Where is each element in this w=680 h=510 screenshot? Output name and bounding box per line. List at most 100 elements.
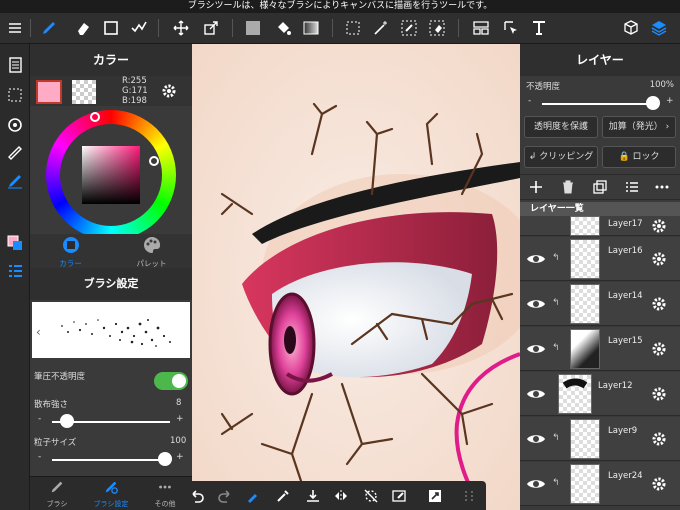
scatter-minus-button[interactable]: - — [38, 414, 41, 424]
magic-wand-icon[interactable] — [370, 17, 392, 39]
select-tool-icon[interactable] — [342, 17, 364, 39]
particle-plus-button[interactable]: + — [176, 452, 184, 462]
layer-list-icon[interactable] — [4, 260, 26, 282]
eyedropper-icon[interactable] — [273, 486, 293, 506]
redo-icon[interactable] — [215, 486, 235, 506]
grid-handle-icon[interactable] — [459, 486, 479, 506]
transform-tool-icon[interactable] — [200, 17, 222, 39]
tab-palette[interactable]: パレット — [111, 234, 192, 268]
clipping-button[interactable]: ↲ クリッピング — [524, 146, 598, 168]
layer-settings-gear-icon[interactable] — [650, 475, 668, 493]
color-wheel[interactable] — [46, 110, 176, 240]
selection-icon[interactable] — [4, 84, 26, 106]
text-tool-icon[interactable] — [528, 17, 550, 39]
layer-row[interactable]: ↰ Layer16 — [520, 237, 680, 281]
visibility-eye-icon[interactable] — [526, 384, 546, 404]
layer-list-view-icon[interactable] — [624, 179, 640, 195]
hue-cursor[interactable] — [90, 112, 100, 122]
scatter-plus-button[interactable]: + — [176, 414, 184, 424]
duplicate-layer-icon[interactable] — [592, 179, 608, 195]
clear-selection-icon[interactable] — [389, 486, 409, 506]
scatter-label: 散布強さ — [34, 400, 69, 410]
layer-opacity-slider-knob[interactable] — [646, 96, 660, 110]
color-swatch-row: R:255 G:171 B:198 — [30, 76, 192, 106]
color-settings-gear-icon[interactable] — [160, 82, 178, 100]
blend-mode-label: 加算（発光） — [608, 122, 663, 132]
eraser-tool-icon[interactable] — [72, 17, 94, 39]
layer-row[interactable]: Layer12 — [520, 372, 680, 416]
particle-minus-button[interactable]: - — [38, 452, 41, 462]
clipping-indicator-icon: ↰ — [552, 298, 560, 308]
layer-settings-gear-icon[interactable] — [650, 250, 668, 268]
particle-slider-track[interactable] — [52, 459, 170, 461]
undo-icon[interactable] — [187, 486, 207, 506]
layer-settings-gear-icon[interactable] — [650, 430, 668, 448]
page-manager-icon[interactable] — [4, 54, 26, 76]
stroke-correction-icon[interactable] — [243, 486, 263, 506]
tab-brush-settings[interactable]: ブラシ設定 — [84, 479, 138, 509]
layer-row[interactable]: ↰ Layer15 — [520, 327, 680, 371]
rotate-icon[interactable] — [4, 114, 26, 136]
layer-row[interactable]: ↰ Layer14 — [520, 282, 680, 326]
layers-icon[interactable] — [648, 17, 670, 39]
correction-tool-icon[interactable] — [128, 17, 150, 39]
menu-icon[interactable] — [4, 17, 26, 39]
layer-opacity-minus[interactable]: - — [528, 96, 531, 106]
frame-divide-icon[interactable] — [470, 17, 492, 39]
shape-tool-icon[interactable] — [100, 17, 122, 39]
pressure-opacity-toggle[interactable] — [154, 372, 188, 390]
layer-settings-gear-icon[interactable] — [650, 340, 668, 358]
visibility-eye-icon[interactable] — [526, 474, 546, 494]
operation-tool-icon[interactable] — [500, 17, 522, 39]
fullscreen-icon[interactable] — [425, 486, 445, 506]
bucket-tool-icon[interactable] — [272, 17, 294, 39]
select-eraser-icon[interactable] — [426, 17, 448, 39]
layer-settings-gear-icon[interactable] — [650, 385, 668, 403]
ruler-icon[interactable] — [4, 142, 26, 164]
delete-layer-icon[interactable] — [560, 179, 576, 195]
tab-color[interactable]: カラー — [30, 234, 111, 268]
visibility-eye-icon[interactable] — [526, 429, 546, 449]
add-layer-icon[interactable] — [528, 179, 544, 195]
more-options-icon[interactable] — [654, 179, 670, 195]
layer-settings-gear-icon[interactable] — [650, 295, 668, 313]
layer-opacity-slider-track[interactable] — [542, 103, 658, 105]
flip-icon[interactable] — [331, 486, 351, 506]
material-icon[interactable] — [620, 17, 642, 39]
fill-color-icon[interactable] — [242, 17, 264, 39]
layer-panel-title: レイヤー — [520, 44, 680, 76]
layer-transfer-icon[interactable] — [303, 486, 323, 506]
side-icon-bar — [0, 44, 30, 510]
snap-off-icon[interactable] — [361, 486, 381, 506]
brush-preview[interactable]: ‹ — [32, 302, 190, 358]
brush-tool-icon[interactable] — [38, 17, 60, 39]
select-pen-icon[interactable] — [398, 17, 420, 39]
foreground-color[interactable] — [36, 80, 62, 104]
blend-mode-button[interactable]: 加算（発光） › — [602, 116, 676, 138]
layer-opacity-plus[interactable]: + — [666, 96, 674, 106]
protect-alpha-button[interactable]: 透明度を保護 — [524, 116, 598, 138]
snap-icon[interactable] — [4, 170, 26, 192]
saturation-cursor[interactable] — [149, 156, 159, 166]
visibility-eye-icon[interactable] — [526, 249, 546, 269]
particle-slider-knob[interactable] — [158, 452, 172, 466]
layer-name: Layer14 — [608, 291, 643, 301]
layer-row[interactable]: ↰ Layer24 — [520, 462, 680, 506]
lock-button[interactable]: 🔒 ロック — [602, 146, 676, 168]
particle-size-value: 100 — [170, 436, 187, 446]
layer-settings-gear-icon[interactable] — [650, 217, 668, 235]
layer-row[interactable]: Layer17 — [520, 216, 680, 236]
color-swatch-icon[interactable] — [4, 232, 26, 254]
background-color[interactable] — [72, 80, 96, 104]
drawing-canvas[interactable] — [192, 44, 520, 510]
tab-brush[interactable]: ブラシ — [30, 479, 84, 509]
layer-row[interactable]: ↰ Layer9 — [520, 417, 680, 461]
visibility-eye-icon[interactable] — [526, 339, 546, 359]
scatter-slider-knob[interactable] — [60, 414, 74, 428]
layer-name: Layer9 — [608, 426, 638, 436]
visibility-eye-icon[interactable] — [526, 294, 546, 314]
layer-thumbnail — [570, 284, 600, 324]
saturation-value-square[interactable] — [82, 146, 140, 204]
move-tool-icon[interactable] — [170, 17, 192, 39]
gradient-tool-icon[interactable] — [300, 17, 322, 39]
